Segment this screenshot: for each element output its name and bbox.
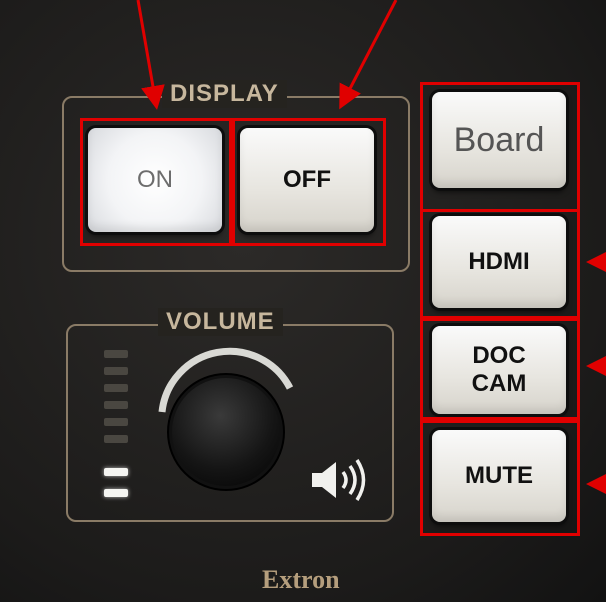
volume-led-lit bbox=[104, 468, 128, 476]
doc-cam-button[interactable]: DOC CAM bbox=[432, 326, 566, 414]
mute-label: MUTE bbox=[465, 462, 533, 489]
hdmi-label: HDMI bbox=[468, 248, 530, 275]
display-on-label: ON bbox=[137, 166, 173, 193]
volume-level-meter bbox=[104, 350, 128, 500]
doc-cam-label-line2: CAM bbox=[471, 370, 527, 397]
display-off-button[interactable]: OFF bbox=[240, 128, 374, 232]
volume-led bbox=[104, 435, 128, 443]
volume-led bbox=[104, 401, 128, 409]
volume-knob[interactable] bbox=[148, 340, 308, 500]
speaker-icon bbox=[312, 459, 366, 501]
display-group-title: DISPLAY bbox=[162, 80, 287, 108]
board-label: Board bbox=[453, 120, 545, 159]
volume-led-lit bbox=[104, 489, 128, 497]
display-on-button[interactable]: ON bbox=[88, 128, 222, 232]
mute-button[interactable]: MUTE bbox=[432, 430, 566, 522]
volume-led bbox=[104, 350, 128, 358]
doc-cam-label-line1: DOC bbox=[472, 342, 526, 369]
control-panel: DISPLAY ON OFF VOLUME Board HDMI DOC CAM… bbox=[0, 0, 606, 602]
volume-group-title: VOLUME bbox=[158, 308, 283, 336]
hdmi-button[interactable]: HDMI bbox=[432, 216, 566, 308]
board-button[interactable]: Board bbox=[432, 92, 566, 188]
volume-led bbox=[104, 418, 128, 426]
display-off-label: OFF bbox=[283, 166, 331, 193]
brand-logo: Extron bbox=[262, 565, 340, 594]
volume-led bbox=[104, 384, 128, 392]
volume-led bbox=[104, 367, 128, 375]
